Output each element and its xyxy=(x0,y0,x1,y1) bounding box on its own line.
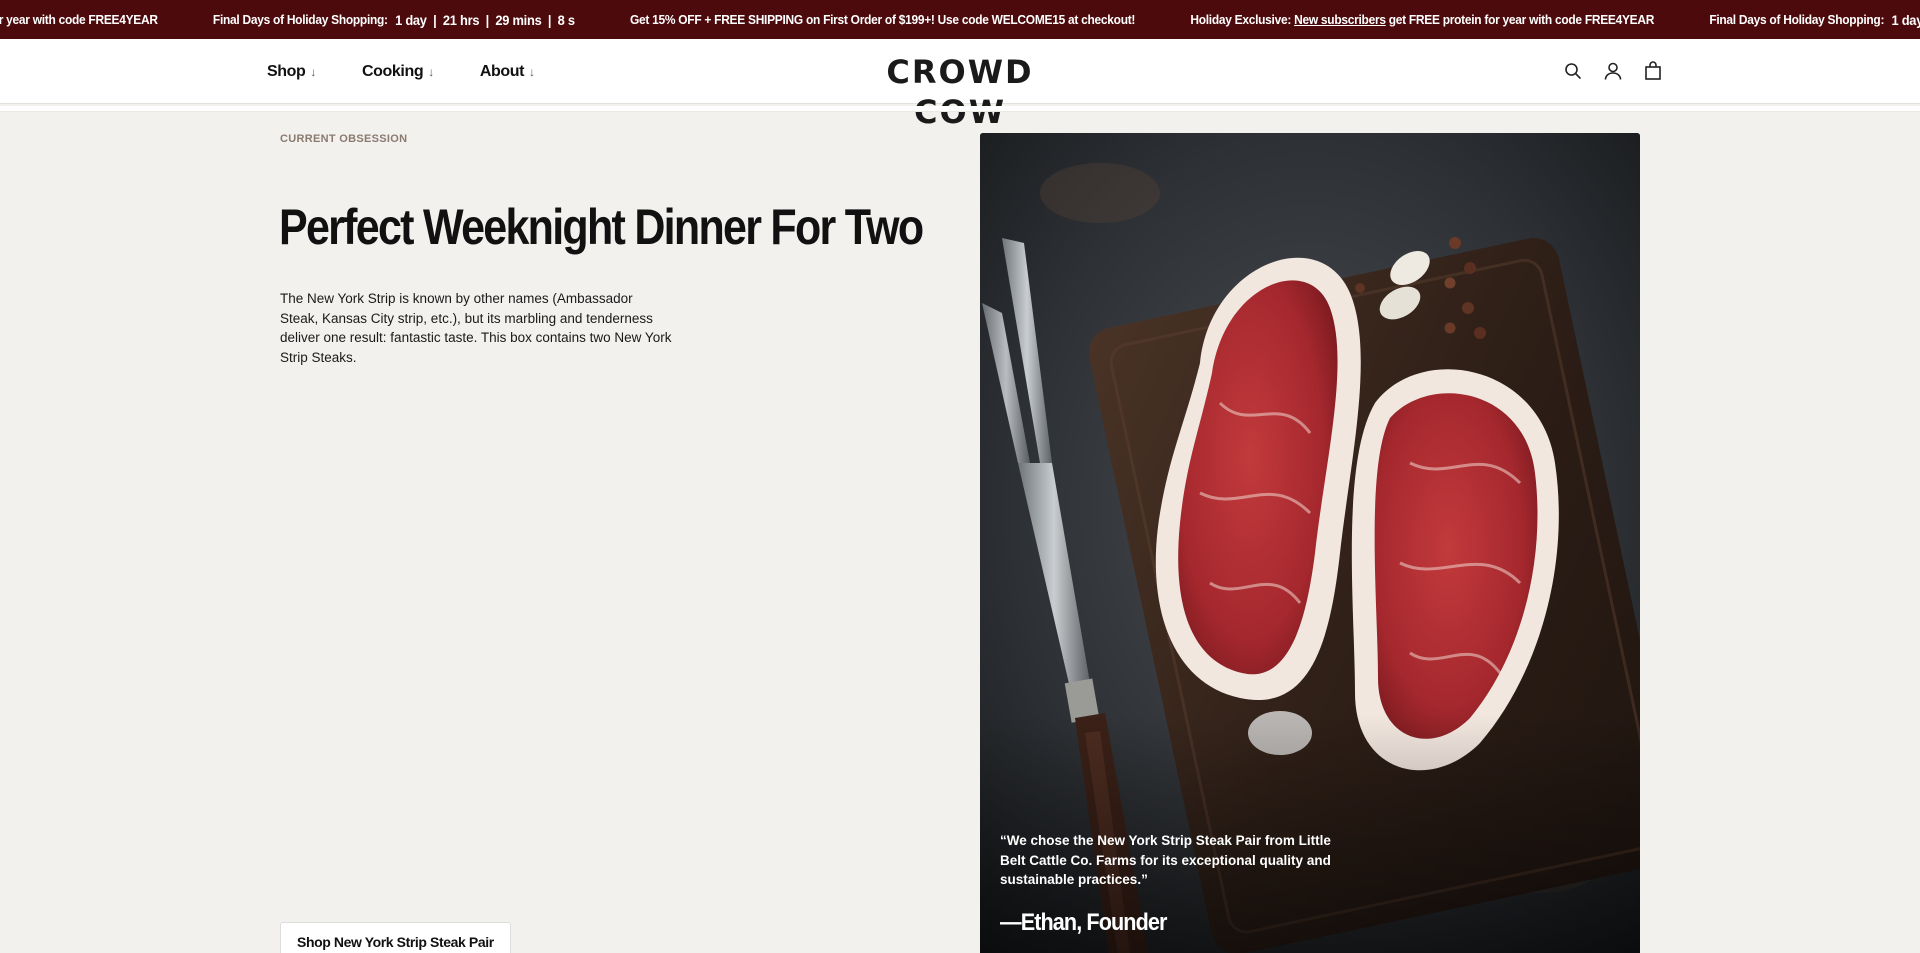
subscribers-link[interactable]: New subscribers xyxy=(1294,12,1386,27)
nav-item-shop[interactable]: Shop ↓ xyxy=(267,63,316,81)
countdown-days: 1 day xyxy=(1891,11,1920,28)
page-title: Perfect Weeknight Dinner For Two xyxy=(279,199,924,255)
nav-item-about[interactable]: About ↓ xyxy=(480,63,535,81)
countdown-separator: | xyxy=(433,11,437,28)
testimonial-attribution: —Ethan, Founder xyxy=(1000,909,1167,936)
nav-item-cooking[interactable]: Cooking ↓ xyxy=(362,63,434,81)
announcement-track: for year with code FREE4YEAR Final Days … xyxy=(0,0,1920,39)
nav-item-label: Shop xyxy=(267,62,306,80)
promo-exclusive: Holiday Exclusive: New subscribers get F… xyxy=(1190,12,1654,27)
promo-offer[interactable]: Get 15% OFF + FREE SHIPPING on First Ord… xyxy=(630,12,1135,27)
countdown-label: Final Days of Holiday Shopping: xyxy=(212,12,388,27)
nav-item-label: About xyxy=(479,62,525,80)
site-logo[interactable]: CROWD COW xyxy=(834,52,1086,131)
promo-fragment: for year with code FREE4YEAR xyxy=(0,12,158,27)
site-header: Shop ↓ Cooking ↓ About ↓ CROWD COW xyxy=(0,39,1920,131)
arrow-down-icon: ↓ xyxy=(310,64,317,79)
main-nav: Shop ↓ Cooking ↓ About ↓ xyxy=(267,39,581,104)
countdown-label: Final Days of Holiday Shopping: xyxy=(1709,12,1885,27)
countdown-days: 1 day xyxy=(395,11,427,28)
countdown-hours: 21 hrs xyxy=(442,11,480,28)
steak-photo xyxy=(980,133,1640,953)
countdown-secs: 8 s xyxy=(557,11,575,28)
countdown-timer: 1 day | 21 hrs | 29 mins | 8 s xyxy=(395,12,575,28)
arrow-down-icon: ↓ xyxy=(529,64,535,79)
shop-product-button[interactable]: Shop New York Strip Steak Pair xyxy=(280,922,511,953)
testimonial-quote: “We chose the New York Strip Steak Pair … xyxy=(1000,833,1331,887)
account-icon[interactable] xyxy=(1601,59,1625,83)
countdown-separator: | xyxy=(485,11,490,28)
promo-countdown: Final Days of Holiday Shopping: 1 day | … xyxy=(213,12,575,28)
feature-description: The New York Strip is known by other nam… xyxy=(280,291,672,365)
exclusive-suffix: get FREE protein for year with code FREE… xyxy=(1388,12,1655,27)
feature-image-card[interactable]: “We chose the New York Strip Steak Pair … xyxy=(980,133,1640,953)
search-icon[interactable] xyxy=(1561,59,1585,83)
header-icons xyxy=(1561,59,1681,83)
header-divider xyxy=(0,106,1920,112)
nav-item-label: Cooking xyxy=(362,62,424,80)
cart-icon[interactable] xyxy=(1641,59,1665,83)
promo-countdown-repeat: Final Days of Holiday Shopping: 1 day xyxy=(1709,12,1920,28)
section-eyebrow: CURRENT OBSESSION xyxy=(280,133,408,145)
announcement-bar: for year with code FREE4YEAR Final Days … xyxy=(0,0,1920,39)
countdown-separator: | xyxy=(547,11,552,28)
exclusive-prefix: Holiday Exclusive: xyxy=(1190,12,1292,27)
arrow-down-icon: ↓ xyxy=(428,64,434,79)
countdown-mins: 29 mins xyxy=(495,11,542,28)
